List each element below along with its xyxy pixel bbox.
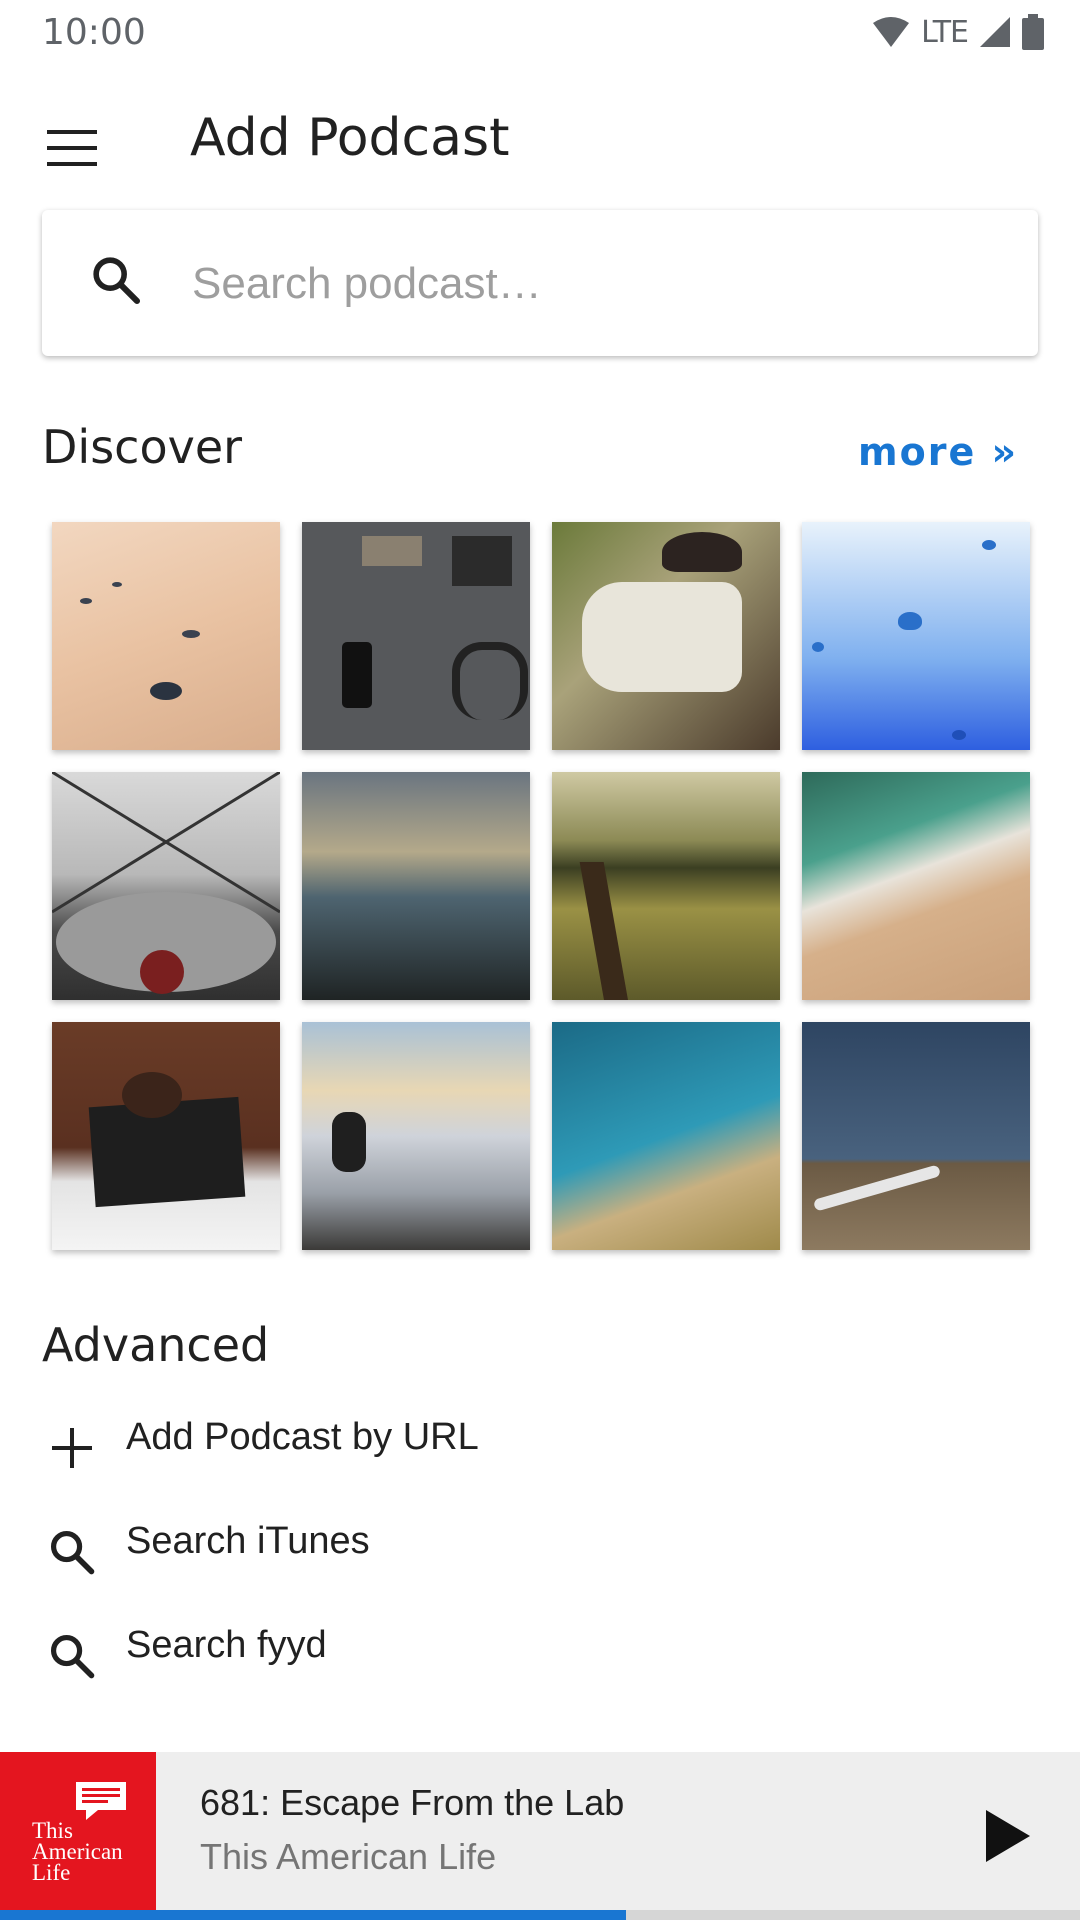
podcast-tile[interactable] [552,772,780,1000]
menu-button[interactable] [30,106,114,190]
status-bar: 10:00 LTE [0,0,1080,64]
more-link[interactable]: more » [858,430,1018,474]
discover-title: Discover [42,420,243,474]
play-button[interactable] [966,1794,1050,1878]
search-icon [44,1524,100,1580]
search-fyyd-item[interactable]: Search fyyd [0,1602,1080,1702]
podcast-tile[interactable] [52,522,280,750]
search-fyyd-label: Search fyyd [126,1624,327,1666]
podcast-tile[interactable] [802,522,1030,750]
playback-progress[interactable] [0,1910,1080,1920]
podcast-tile[interactable] [552,522,780,750]
network-type: LTE [921,14,969,50]
podcast-tile[interactable] [52,772,280,1000]
podcast-artwork: This American Life [0,1752,156,1920]
add-by-url-label: Add Podcast by URL [126,1416,479,1458]
advanced-title: Advanced [42,1318,270,1372]
search-itunes-label: Search iTunes [126,1520,370,1562]
playback-progress-fill [0,1910,627,1920]
signal-icon [980,17,1010,47]
mini-player[interactable]: This American Life 681: Escape From the … [0,1752,1080,1920]
podcast-name: This American Life [200,1836,497,1877]
speech-bubble-icon [76,1782,126,1820]
search-icon [44,1628,100,1684]
search-bar[interactable] [42,210,1038,356]
add-by-url-item[interactable]: Add Podcast by URL [0,1394,1080,1494]
podcast-tile[interactable] [302,522,530,750]
podcast-tile[interactable] [52,1022,280,1250]
episode-title: 681: Escape From the Lab [200,1782,625,1823]
status-time: 10:00 [42,12,146,53]
podcast-tile[interactable] [802,772,1030,1000]
app-bar: Add Podcast [0,64,1080,210]
search-input[interactable] [190,246,1014,322]
play-icon [986,1810,1030,1862]
podcast-tile[interactable] [302,1022,530,1250]
plus-icon [44,1420,100,1476]
battery-icon [1022,14,1044,50]
podcast-tile[interactable] [802,1022,1030,1250]
wifi-icon [873,17,910,47]
status-icons: LTE [871,12,1044,52]
menu-icon [47,130,97,166]
search-icon [93,257,141,305]
podcast-tile[interactable] [552,1022,780,1250]
page-title: Add Podcast [190,108,510,168]
search-itunes-item[interactable]: Search iTunes [0,1498,1080,1598]
podcast-tile[interactable] [302,772,530,1000]
artwork-text: This American Life [32,1818,123,1885]
